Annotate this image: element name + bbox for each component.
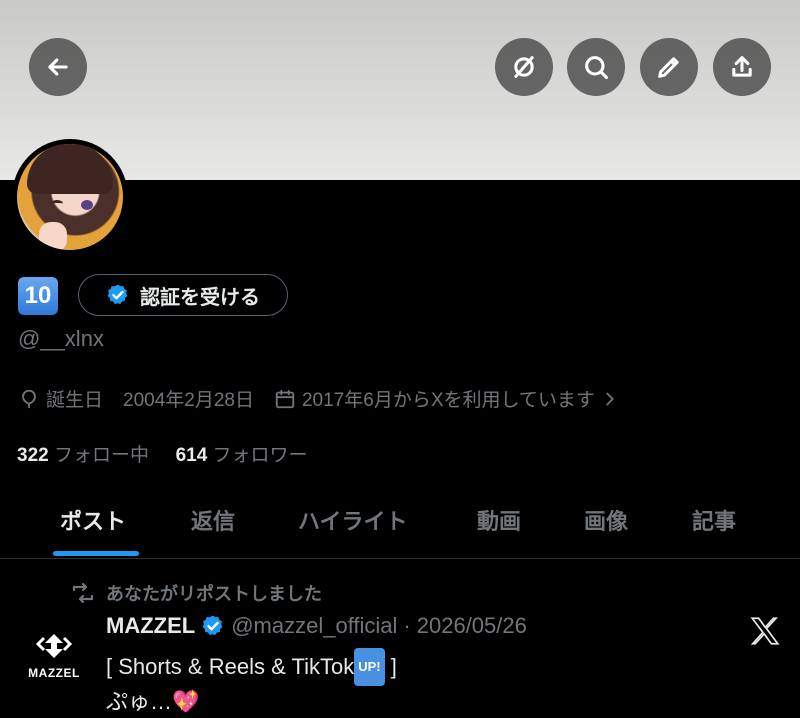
post-text[interactable]: [ Shorts & Reels & TikTok UP! ] ぷゅ…💖 (106, 648, 397, 718)
post-header: MAZZEL @mazzel_official · 2026/05/26 (106, 613, 527, 639)
tab-replies[interactable]: 返信 (191, 504, 235, 536)
tab-posts[interactable]: ポスト (60, 504, 126, 536)
post-separator: · (403, 613, 411, 638)
chevron-right-icon[interactable] (599, 388, 621, 410)
grok-button[interactable] (495, 38, 553, 96)
post-text-prefix: [ Shorts & Reels & TikTok (106, 654, 355, 679)
post-text-suffix: ] (384, 654, 397, 679)
profile-handle: @__xlnx (18, 326, 104, 351)
active-tab-indicator (53, 551, 139, 556)
post-date[interactable]: 2026/05/26 (417, 613, 527, 639)
post-author-name[interactable]: MAZZEL (106, 613, 195, 639)
birthday-value: 2004年2月28日 (123, 390, 254, 411)
search-icon (585, 56, 609, 80)
verified-badge-icon (202, 615, 223, 636)
display-name: 10 (18, 277, 58, 315)
followers-link[interactable]: 614 フォロワー (176, 445, 308, 466)
tab-videos[interactable]: 動画 (477, 504, 521, 536)
following-count: 322 (17, 445, 49, 466)
up-badge: UP! (354, 648, 385, 686)
joined-date[interactable]: 2017年6月からXを利用しています (302, 385, 595, 412)
post-author-avatar[interactable]: MAZZEL (22, 628, 86, 692)
get-verified-label: 認証を受ける (140, 286, 260, 309)
share-icon (732, 56, 752, 77)
grok-icon (514, 56, 534, 78)
repost-indicator: あなたがリポストしました (70, 580, 322, 606)
share-button[interactable] (713, 38, 771, 96)
post-text-line2: ぷゅ…💖 (106, 689, 200, 714)
arrow-left-icon (48, 58, 68, 76)
post-text-line1: [ Shorts & Reels & TikTok UP! ] (106, 648, 397, 686)
repost-label: あなたがリポストしました (106, 584, 322, 604)
post-author-handle[interactable]: @mazzel_official (231, 613, 397, 639)
repost-icon (72, 582, 94, 604)
birthday-label: 誕生日 (46, 390, 104, 411)
pencil-icon (658, 57, 679, 78)
edit-button[interactable] (640, 38, 698, 96)
balloon-icon (22, 389, 36, 408)
mazzel-logo-icon (35, 634, 73, 658)
tab-highlights[interactable]: ハイライト (298, 504, 408, 536)
follow-stats: 322 フォロー中 614 フォロワー (17, 440, 308, 467)
x-logo-icon[interactable] (748, 614, 782, 648)
verified-badge-icon (107, 284, 128, 305)
profile-avatar[interactable] (12, 139, 128, 255)
followers-label: フォロワー (212, 445, 308, 466)
back-button[interactable] (29, 38, 87, 96)
profile-tabs: ポスト 返信 ハイライト 動画 画像 記事 (0, 490, 800, 559)
profile-meta: 誕生日 2004年2月28日 2017年6月からXを利用しています (18, 385, 621, 412)
get-verified-button[interactable]: 認証を受ける (78, 274, 288, 316)
search-button[interactable] (567, 38, 625, 96)
tab-images[interactable]: 画像 (584, 504, 628, 536)
post-avatar-text: MAZZEL (28, 666, 80, 680)
following-label: フォロー中 (53, 445, 149, 466)
tab-articles[interactable]: 記事 (692, 504, 736, 536)
calendar-icon (275, 389, 295, 408)
following-link[interactable]: 322 フォロー中 (17, 445, 154, 466)
followers-count: 614 (175, 445, 208, 466)
